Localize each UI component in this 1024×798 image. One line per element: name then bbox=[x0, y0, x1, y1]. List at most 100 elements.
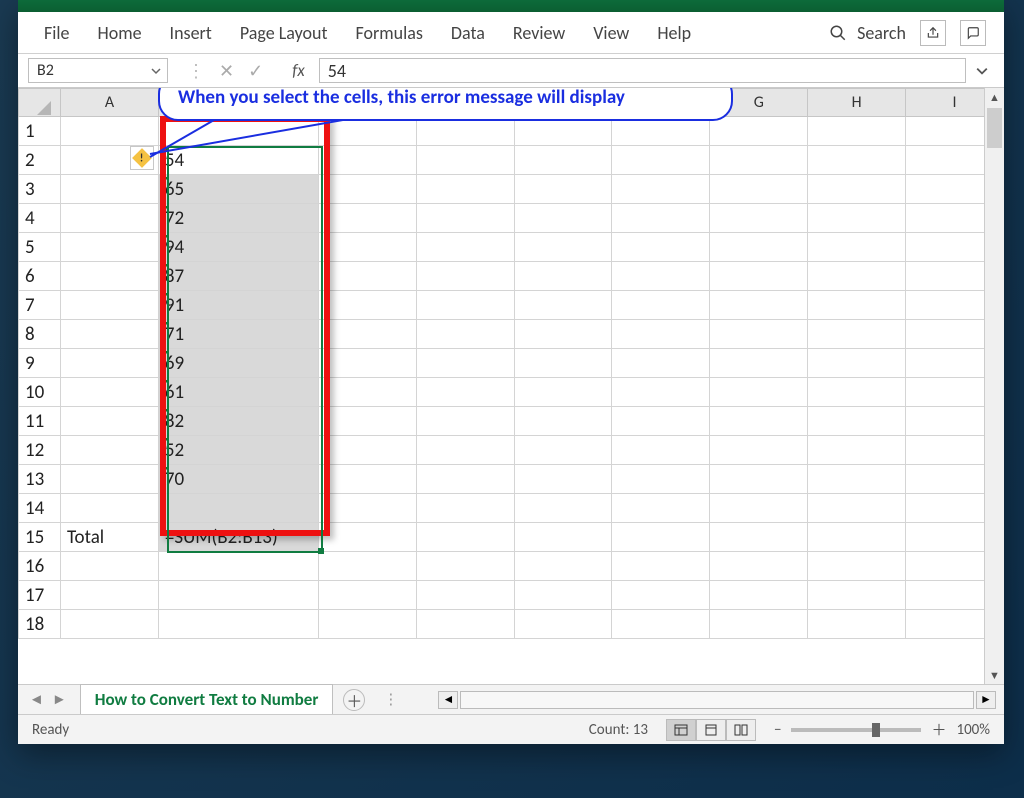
cell-E9[interactable] bbox=[514, 349, 612, 378]
cell-E4[interactable] bbox=[514, 204, 612, 233]
tab-home[interactable]: Home bbox=[84, 14, 156, 52]
cell-E12[interactable] bbox=[514, 436, 612, 465]
cell-G1[interactable] bbox=[710, 117, 808, 146]
cell-B11[interactable]: 82 bbox=[158, 407, 318, 436]
cell-G17[interactable] bbox=[710, 581, 808, 610]
add-sheet-button[interactable]: ＋ bbox=[343, 689, 365, 711]
share-button[interactable] bbox=[920, 20, 946, 46]
cell-F4[interactable] bbox=[612, 204, 710, 233]
zoom-control[interactable]: − ＋ 100% bbox=[774, 719, 990, 740]
cell-D10[interactable] bbox=[416, 378, 514, 407]
view-normal-button[interactable] bbox=[666, 719, 696, 741]
cell-F16[interactable] bbox=[612, 552, 710, 581]
cell-D3[interactable] bbox=[416, 175, 514, 204]
cell-H1[interactable] bbox=[808, 117, 906, 146]
cell-G11[interactable] bbox=[710, 407, 808, 436]
cell-B3[interactable]: 65 bbox=[158, 175, 318, 204]
row-11[interactable]: 11 bbox=[19, 407, 61, 436]
cell-C18[interactable] bbox=[318, 610, 416, 639]
row-14[interactable]: 14 bbox=[19, 494, 61, 523]
cell-H14[interactable] bbox=[808, 494, 906, 523]
formula-input[interactable]: 54 bbox=[319, 58, 966, 83]
sheet-nav-next-icon[interactable]: ► bbox=[49, 691, 70, 709]
scroll-left-icon[interactable]: ◄ bbox=[438, 691, 458, 709]
tab-page-layout[interactable]: Page Layout bbox=[226, 14, 342, 52]
cell-G9[interactable] bbox=[710, 349, 808, 378]
cell-A18[interactable] bbox=[60, 610, 158, 639]
cell-B13[interactable]: 70 bbox=[158, 465, 318, 494]
tab-data[interactable]: Data bbox=[437, 14, 499, 52]
row-17[interactable]: 17 bbox=[19, 581, 61, 610]
scroll-up-icon[interactable]: ▲ bbox=[985, 88, 1004, 106]
cell-A13[interactable] bbox=[60, 465, 158, 494]
cell-H16[interactable] bbox=[808, 552, 906, 581]
cell-B12[interactable]: 52 bbox=[158, 436, 318, 465]
cell-F18[interactable] bbox=[612, 610, 710, 639]
cell-C3[interactable] bbox=[318, 175, 416, 204]
cell-H9[interactable] bbox=[808, 349, 906, 378]
row-6[interactable]: 6 bbox=[19, 262, 61, 291]
cell-A7[interactable] bbox=[60, 291, 158, 320]
cell-B4[interactable]: 72 bbox=[158, 204, 318, 233]
comments-button[interactable] bbox=[960, 20, 986, 46]
cell-D13[interactable] bbox=[416, 465, 514, 494]
row-2[interactable]: 2 bbox=[19, 146, 61, 175]
tab-view[interactable]: View bbox=[579, 14, 643, 52]
cell-A3[interactable] bbox=[60, 175, 158, 204]
cell-A6[interactable] bbox=[60, 262, 158, 291]
row-15[interactable]: 15 bbox=[19, 523, 61, 552]
cell-G8[interactable] bbox=[710, 320, 808, 349]
col-A[interactable]: A bbox=[60, 89, 158, 117]
cell-B2[interactable]: 54 bbox=[158, 146, 318, 175]
cell-G2[interactable] bbox=[710, 146, 808, 175]
vertical-scrollbar[interactable]: ▲ ▼ bbox=[984, 88, 1004, 684]
cell-E5[interactable] bbox=[514, 233, 612, 262]
cell-G5[interactable] bbox=[710, 233, 808, 262]
cell-G12[interactable] bbox=[710, 436, 808, 465]
cell-G15[interactable] bbox=[710, 523, 808, 552]
cell-C12[interactable] bbox=[318, 436, 416, 465]
row-5[interactable]: 5 bbox=[19, 233, 61, 262]
cell-E15[interactable] bbox=[514, 523, 612, 552]
cell-H12[interactable] bbox=[808, 436, 906, 465]
cell-D11[interactable] bbox=[416, 407, 514, 436]
sheet-nav[interactable]: ◄ ► bbox=[26, 691, 70, 709]
row-16[interactable]: 16 bbox=[19, 552, 61, 581]
cell-F12[interactable] bbox=[612, 436, 710, 465]
cell-C4[interactable] bbox=[318, 204, 416, 233]
cell-D7[interactable] bbox=[416, 291, 514, 320]
row-8[interactable]: 8 bbox=[19, 320, 61, 349]
scroll-right-icon[interactable]: ► bbox=[976, 691, 996, 709]
zoom-slider[interactable] bbox=[791, 728, 921, 732]
cell-G7[interactable] bbox=[710, 291, 808, 320]
cell-C6[interactable] bbox=[318, 262, 416, 291]
cell-E6[interactable] bbox=[514, 262, 612, 291]
zoom-slider-thumb[interactable] bbox=[872, 723, 880, 737]
horizontal-scrollbar[interactable]: ◄ ► bbox=[438, 691, 996, 709]
cell-D18[interactable] bbox=[416, 610, 514, 639]
search-box[interactable]: Search bbox=[815, 22, 920, 44]
cell-B16[interactable] bbox=[158, 552, 318, 581]
row-10[interactable]: 10 bbox=[19, 378, 61, 407]
cell-A8[interactable] bbox=[60, 320, 158, 349]
vertical-scroll-thumb[interactable] bbox=[987, 108, 1002, 148]
cell-C17[interactable] bbox=[318, 581, 416, 610]
cell-C5[interactable] bbox=[318, 233, 416, 262]
cell-C16[interactable] bbox=[318, 552, 416, 581]
row-18[interactable]: 18 bbox=[19, 610, 61, 639]
tab-file[interactable]: File bbox=[30, 14, 84, 52]
cell-H2[interactable] bbox=[808, 146, 906, 175]
cell-D16[interactable] bbox=[416, 552, 514, 581]
cell-D15[interactable] bbox=[416, 523, 514, 552]
cell-B9[interactable]: 69 bbox=[158, 349, 318, 378]
row-9[interactable]: 9 bbox=[19, 349, 61, 378]
cell-A17[interactable] bbox=[60, 581, 158, 610]
cell-G18[interactable] bbox=[710, 610, 808, 639]
cell-F11[interactable] bbox=[612, 407, 710, 436]
cell-F10[interactable] bbox=[612, 378, 710, 407]
tab-help[interactable]: Help bbox=[643, 14, 705, 52]
cell-H6[interactable] bbox=[808, 262, 906, 291]
view-page-break-button[interactable] bbox=[726, 719, 756, 741]
cell-D14[interactable] bbox=[416, 494, 514, 523]
cell-F6[interactable] bbox=[612, 262, 710, 291]
